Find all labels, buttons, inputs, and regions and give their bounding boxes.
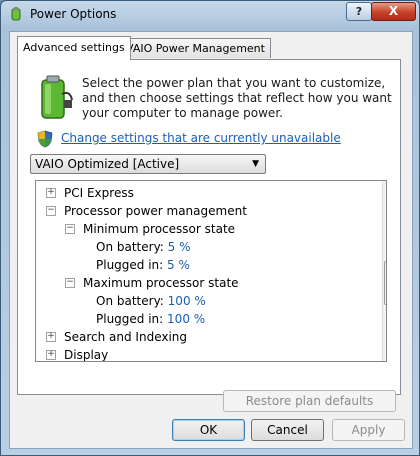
setting-value-link[interactable]: 100 %: [168, 294, 206, 308]
tree-item-label: On battery:: [96, 240, 164, 254]
apply-button[interactable]: Apply: [332, 419, 405, 441]
setting-value-link[interactable]: 5 %: [167, 258, 190, 272]
scroll-thumb[interactable]: ≡: [384, 261, 386, 305]
tab-vaio-power-management[interactable]: VAIO Power Management: [120, 38, 271, 58]
vertical-scrollbar[interactable]: ▲ ≡ ▼: [382, 181, 386, 361]
collapse-icon[interactable]: −: [65, 224, 75, 234]
tree-item-label: Maximum processor state: [83, 276, 239, 290]
tab-advanced-settings[interactable]: Advanced settings: [17, 36, 131, 60]
tree-item-label: On battery:: [96, 294, 164, 308]
power-options-window: Power Options ? X Advanced settings VAIO…: [0, 0, 420, 456]
collapse-icon[interactable]: −: [46, 206, 56, 216]
power-plan-value: VAIO Optimized [Active]: [35, 157, 180, 171]
scroll-up-arrow-icon[interactable]: ▲: [383, 181, 386, 197]
collapse-icon[interactable]: −: [65, 278, 75, 288]
close-button[interactable]: X: [371, 2, 416, 21]
power-settings-tree: + PCI Express − Processor power manageme…: [35, 180, 387, 362]
tree-item-label: PCI Express: [64, 186, 134, 200]
title-bar[interactable]: Power Options ? X: [1, 1, 419, 29]
tree-item-max-plugged-in[interactable]: Plugged in: 100 %: [96, 310, 205, 328]
scroll-down-arrow-icon[interactable]: ▼: [383, 345, 386, 361]
advanced-settings-panel: Select the power plan that you want to c…: [17, 59, 401, 412]
tree-item-label: Search and Indexing: [64, 330, 188, 344]
tree-item-label: Minimum processor state: [83, 222, 236, 236]
battery-plug-icon: [41, 75, 73, 119]
tree-item-label: Plugged in:: [96, 258, 164, 272]
help-button[interactable]: ?: [346, 2, 372, 21]
tree-item-label: Plugged in:: [96, 312, 164, 326]
chevron-down-icon: ▼: [252, 159, 259, 169]
dialog-body: Advanced settings VAIO Power Management …: [9, 31, 413, 449]
restore-plan-defaults-button[interactable]: Restore plan defaults: [223, 390, 396, 412]
power-options-icon: [11, 7, 21, 21]
power-plan-dropdown[interactable]: VAIO Optimized [Active] ▼: [30, 154, 266, 174]
uac-shield-icon: [37, 130, 53, 148]
cancel-button[interactable]: Cancel: [251, 419, 324, 441]
setting-value-link[interactable]: 5 %: [168, 240, 191, 254]
setting-value-link[interactable]: 100 %: [167, 312, 205, 326]
tree-item-label: Display: [64, 348, 109, 362]
window-title: Power Options: [30, 7, 117, 21]
intro-text: Select the power plan that you want to c…: [82, 76, 392, 120]
expand-icon[interactable]: +: [46, 332, 56, 342]
tree-item-max-on-battery[interactable]: On battery: 100 %: [96, 292, 206, 310]
expand-icon[interactable]: +: [46, 350, 56, 360]
change-settings-link[interactable]: Change settings that are currently unava…: [61, 131, 341, 145]
ok-button[interactable]: OK: [172, 419, 245, 441]
tree-item-min-on-battery[interactable]: On battery: 5 %: [96, 238, 191, 256]
tree-item-min-plugged-in[interactable]: Plugged in: 5 %: [96, 256, 190, 274]
expand-icon[interactable]: +: [46, 188, 56, 198]
tree-item-label: Processor power management: [64, 204, 247, 218]
